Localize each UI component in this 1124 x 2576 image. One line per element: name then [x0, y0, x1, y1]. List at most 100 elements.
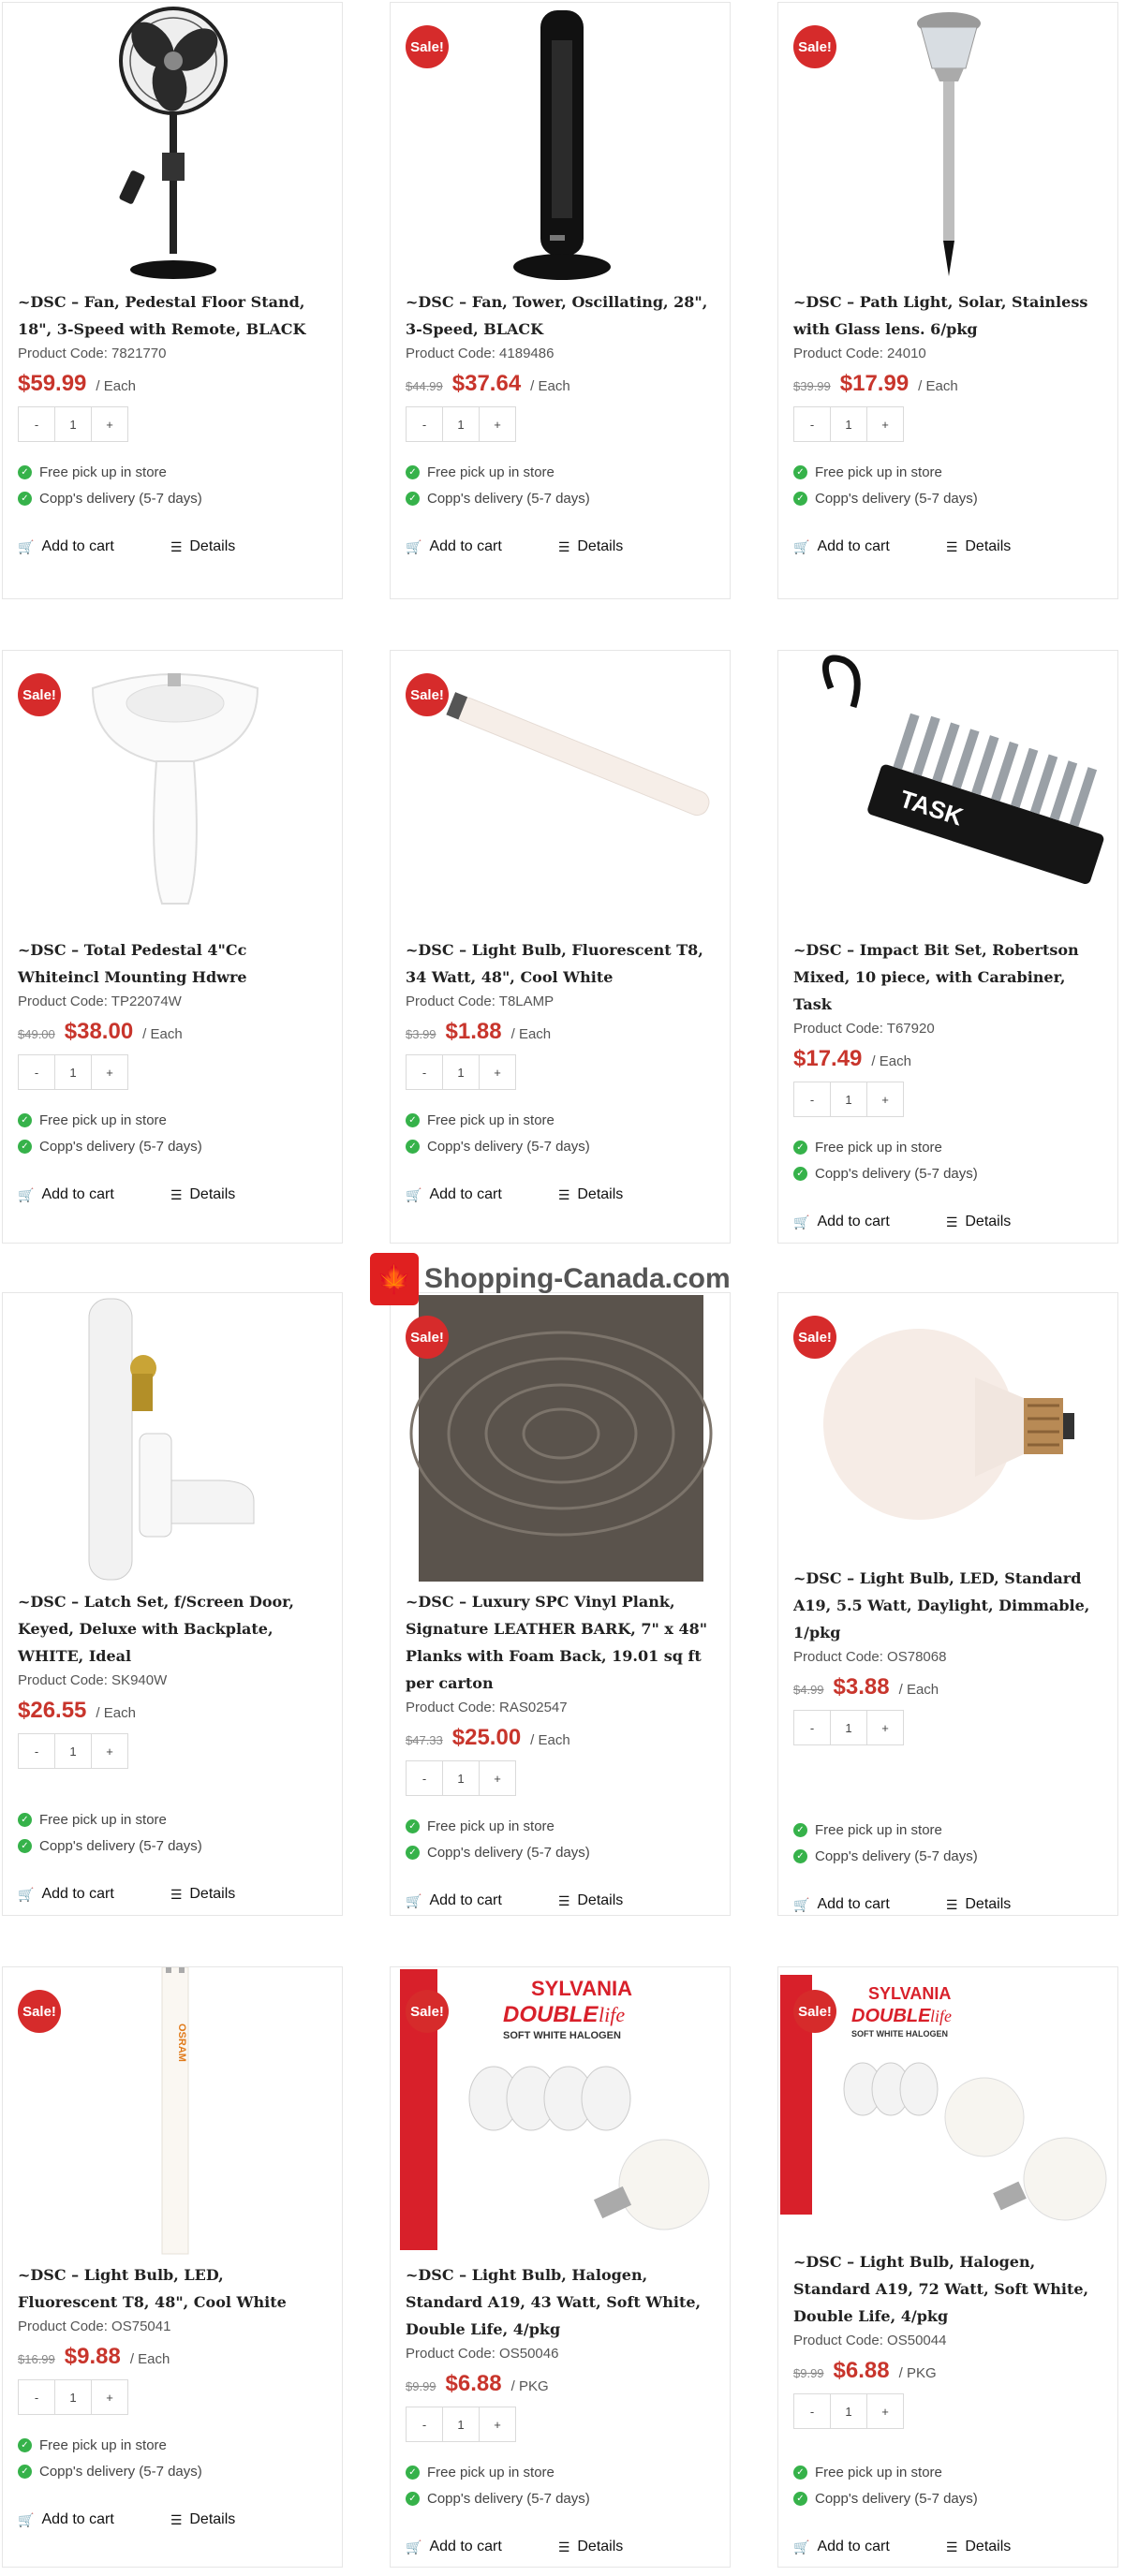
list-icon: ☰ [557, 1892, 570, 1908]
qty-minus-button[interactable]: - [793, 406, 831, 442]
qty-minus-button[interactable]: - [793, 1710, 831, 1745]
qty-plus-button[interactable]: + [91, 406, 128, 442]
quantity-stepper: - 1 + [18, 1054, 327, 1090]
product-image[interactable]: Sale! OSRAM [3, 1967, 342, 2261]
add-to-cart-button[interactable]: 🛒 Add to cart [406, 2539, 502, 2555]
product-image[interactable]: Sale! [778, 1293, 1117, 1565]
product-title[interactable]: ~DSC – Luxury SPC Vinyl Plank, Signature… [406, 1588, 715, 1697]
product-image[interactable]: Sale! [3, 651, 342, 936]
product-image[interactable] [3, 1293, 342, 1588]
details-button[interactable]: ☰ Details [558, 1186, 623, 1203]
qty-input[interactable]: 1 [442, 406, 480, 442]
qty-minus-button[interactable]: - [18, 1054, 55, 1090]
details-button[interactable]: ☰ Details [170, 1886, 235, 1903]
qty-plus-button[interactable]: + [866, 1710, 904, 1745]
add-to-cart-button[interactable]: 🛒 Add to cart [793, 1896, 890, 1913]
qty-minus-button[interactable]: - [18, 406, 55, 442]
price-row: $26.55 / Each [18, 1698, 327, 1724]
quantity-stepper: - 1 + [793, 1710, 1102, 1745]
qty-plus-button[interactable]: + [479, 2407, 516, 2442]
product-card: Sale! OSRAM ~DSC – Light Bulb, LED, Fluo… [2, 1966, 343, 2568]
add-to-cart-button[interactable]: 🛒 Add to cart [793, 2539, 890, 2555]
product-title[interactable]: ~DSC – Impact Bit Set, Robertson Mixed, … [793, 936, 1102, 1018]
sale-badge: Sale! [406, 25, 449, 68]
check-icon: ✓ [406, 464, 420, 479]
details-button[interactable]: ☰ Details [170, 1186, 235, 1203]
product-title[interactable]: ~DSC – Fan, Pedestal Floor Stand, 18", 3… [18, 288, 327, 343]
qty-minus-button[interactable]: - [18, 1733, 55, 1769]
product-image[interactable]: Sale! [778, 3, 1117, 288]
check-icon: ✓ [18, 1838, 32, 1853]
details-button[interactable]: ☰ Details [558, 1892, 623, 1909]
add-to-cart-button[interactable]: 🛒 Add to cart [793, 1214, 890, 1230]
qty-minus-button[interactable]: - [406, 1054, 443, 1090]
delivery-text: Copp's delivery (5-7 days) [39, 1138, 202, 1155]
qty-plus-button[interactable]: + [866, 2393, 904, 2429]
details-button[interactable]: ☰ Details [170, 2511, 235, 2528]
add-to-cart-button[interactable]: 🛒 Add to cart [18, 2511, 114, 2528]
qty-plus-button[interactable]: + [479, 1760, 516, 1796]
qty-minus-button[interactable]: - [793, 1082, 831, 1117]
qty-input[interactable]: 1 [442, 1760, 480, 1796]
details-label: Details [189, 538, 236, 554]
details-button[interactable]: ☰ Details [946, 538, 1011, 555]
qty-minus-button[interactable]: - [793, 2393, 831, 2429]
product-title[interactable]: ~DSC – Light Bulb, Halogen, Standard A19… [793, 2248, 1102, 2330]
qty-input[interactable]: 1 [442, 2407, 480, 2442]
add-to-cart-button[interactable]: 🛒 Add to cart [18, 1886, 114, 1903]
qty-input[interactable]: 1 [830, 406, 867, 442]
product-title[interactable]: ~DSC – Light Bulb, LED, Fluorescent T8, … [18, 2261, 327, 2316]
qty-input[interactable]: 1 [54, 1054, 92, 1090]
qty-minus-button[interactable]: - [406, 2407, 443, 2442]
details-button[interactable]: ☰ Details [558, 538, 623, 555]
qty-plus-button[interactable]: + [91, 1733, 128, 1769]
add-to-cart-button[interactable]: 🛒 Add to cart [18, 538, 114, 555]
qty-plus-button[interactable]: + [866, 1082, 904, 1117]
details-button[interactable]: ☰ Details [946, 1214, 1011, 1230]
qty-plus-button[interactable]: + [91, 1054, 128, 1090]
details-button[interactable]: ☰ Details [558, 2539, 623, 2555]
list-icon: ☰ [170, 2511, 183, 2527]
details-button[interactable]: ☰ Details [170, 538, 235, 555]
product-title[interactable]: ~DSC – Latch Set, f/Screen Door, Keyed, … [18, 1588, 327, 1670]
details-button[interactable]: ☰ Details [946, 2539, 1011, 2555]
qty-minus-button[interactable]: - [406, 1760, 443, 1796]
product-title[interactable]: ~DSC – Fan, Tower, Oscillating, 28", 3-S… [406, 288, 715, 343]
add-to-cart-button[interactable]: 🛒 Add to cart [406, 1186, 502, 1203]
qty-input[interactable]: 1 [830, 2393, 867, 2429]
qty-plus-button[interactable]: + [479, 406, 516, 442]
add-to-cart-button[interactable]: 🛒 Add to cart [406, 538, 502, 555]
add-to-cart-button[interactable]: 🛒 Add to cart [18, 1186, 114, 1203]
product-title[interactable]: ~DSC – Light Bulb, LED, Standard A19, 5.… [793, 1565, 1102, 1646]
product-title[interactable]: ~DSC – Total Pedestal 4"Cc Whiteincl Mou… [18, 936, 327, 991]
qty-input[interactable]: 1 [54, 406, 92, 442]
check-icon: ✓ [793, 1822, 807, 1837]
product-card: Sale! ~DSC – Path Light, Solar, Stainles… [777, 2, 1118, 599]
qty-plus-button[interactable]: + [866, 406, 904, 442]
qty-input[interactable]: 1 [442, 1054, 480, 1090]
qty-input[interactable]: 1 [54, 2379, 92, 2415]
product-image[interactable]: Sale! [391, 1293, 730, 1588]
product-title[interactable]: ~DSC – Light Bulb, Fluorescent T8, 34 Wa… [406, 936, 715, 991]
product-title[interactable]: ~DSC – Light Bulb, Halogen, Standard A19… [406, 2261, 715, 2343]
product-image[interactable]: Sale! [391, 651, 730, 936]
qty-plus-button[interactable]: + [479, 1054, 516, 1090]
qty-input[interactable]: 1 [830, 1082, 867, 1117]
qty-input[interactable]: 1 [54, 1733, 92, 1769]
product-image[interactable] [3, 3, 342, 288]
add-to-cart-button[interactable]: 🛒 Add to cart [793, 538, 890, 555]
qty-input[interactable]: 1 [830, 1710, 867, 1745]
pickup-text: Free pick up in store [427, 1111, 555, 1128]
details-button[interactable]: ☰ Details [946, 1896, 1011, 1913]
product-image[interactable]: TASK [778, 651, 1117, 936]
product-image[interactable]: Sale! SYLVANIA DOUBLE life SOFT WHITE HA… [391, 1967, 730, 2261]
current-price: $25.00 [451, 1725, 522, 1750]
product-title[interactable]: ~DSC – Path Light, Solar, Stainless with… [793, 288, 1102, 343]
add-to-cart-button[interactable]: 🛒 Add to cart [406, 1892, 502, 1909]
qty-minus-button[interactable]: - [18, 2379, 55, 2415]
qty-plus-button[interactable]: + [91, 2379, 128, 2415]
qty-minus-button[interactable]: - [406, 406, 443, 442]
site-watermark: 🍁 Shopping-Canada.com [370, 1253, 731, 1305]
product-image[interactable]: Sale! [391, 3, 730, 288]
product-image[interactable]: Sale! SYLVANIA DOUBLE life SOFT WHITE HA… [778, 1967, 1117, 2248]
